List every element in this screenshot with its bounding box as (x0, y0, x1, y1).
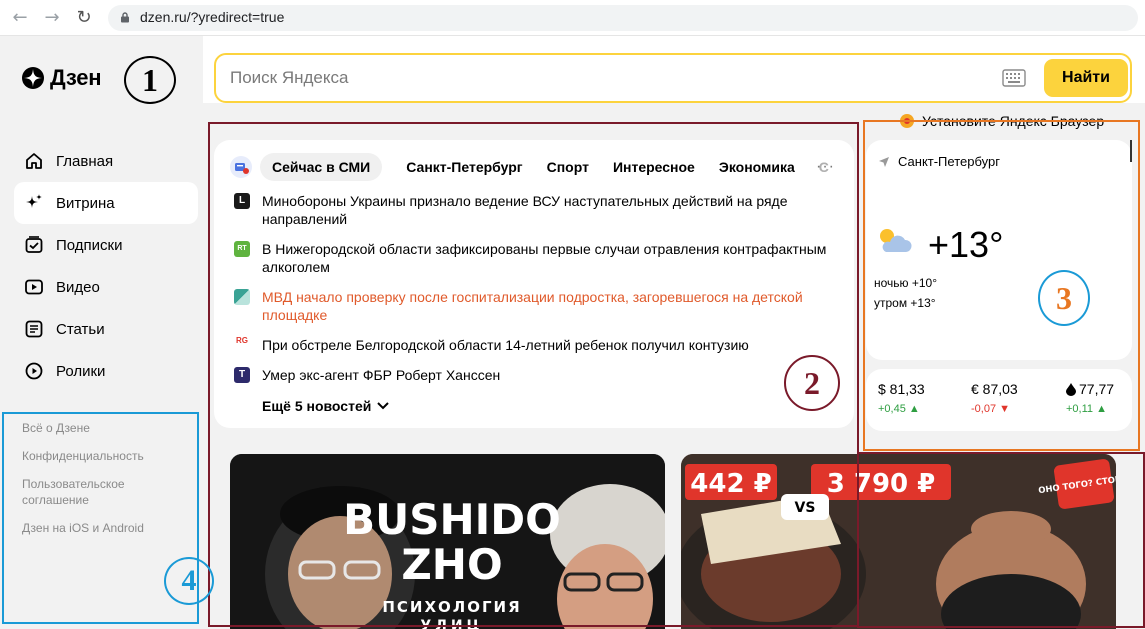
search-input[interactable] (230, 68, 930, 88)
sidebar-item-label: Витрина (56, 194, 115, 212)
sidebar-item-label: Ролики (56, 362, 106, 380)
annotation-marker-1: 1 (124, 56, 176, 104)
sidebar-item-subscriptions[interactable]: Подписки (14, 224, 198, 266)
annotation-marker-4: 4 (164, 557, 214, 605)
sidebar-item-label: Подписки (56, 236, 123, 254)
reload-icon[interactable]: ↻ (74, 8, 94, 28)
sidebar-item-home[interactable]: Главная (14, 140, 198, 182)
keyboard-icon[interactable] (1002, 69, 1026, 87)
shorts-icon (25, 362, 43, 380)
annotation-marker-3: 3 (1038, 270, 1090, 326)
annotation-box-content (857, 452, 1145, 628)
sidebar-item-articles[interactable]: Статьи (14, 308, 198, 350)
articles-icon (25, 320, 43, 338)
subscriptions-icon (25, 236, 43, 253)
sidebar-item-label: Статьи (56, 320, 105, 338)
search-bar: Найти (214, 53, 1132, 103)
annotation-marker-2: 2 (784, 355, 840, 411)
sidebar-item-label: Главная (56, 152, 114, 170)
back-icon[interactable]: ← (10, 8, 30, 28)
dzen-logo-icon (22, 67, 44, 89)
annotation-box-3 (863, 120, 1140, 451)
dzen-logo[interactable]: Дзен (22, 65, 102, 90)
forward-icon[interactable]: → (42, 8, 62, 28)
browser-address-bar: ← → ↻ dzen.ru/?yredirect=true (0, 0, 1145, 36)
lock-icon (121, 12, 129, 23)
sidebar-item-video[interactable]: Видео (14, 266, 198, 308)
video-icon (25, 279, 43, 295)
annotation-box-2 (208, 122, 859, 627)
sparkle-icon (26, 194, 42, 208)
sidebar-item-showcase[interactable]: Витрина (14, 182, 198, 224)
sidebar-nav: Главная Витрина Подписки Видео Статьи Ро… (14, 140, 198, 392)
sidebar-item-shorts[interactable]: Ролики (14, 350, 198, 392)
url-field[interactable]: dzen.ru/?yredirect=true (108, 5, 1138, 31)
url-text: dzen.ru/?yredirect=true (140, 9, 285, 25)
logo-text: Дзен (50, 65, 102, 90)
search-button[interactable]: Найти (1044, 59, 1128, 97)
sidebar-item-label: Видео (56, 278, 100, 296)
home-icon (26, 153, 42, 169)
